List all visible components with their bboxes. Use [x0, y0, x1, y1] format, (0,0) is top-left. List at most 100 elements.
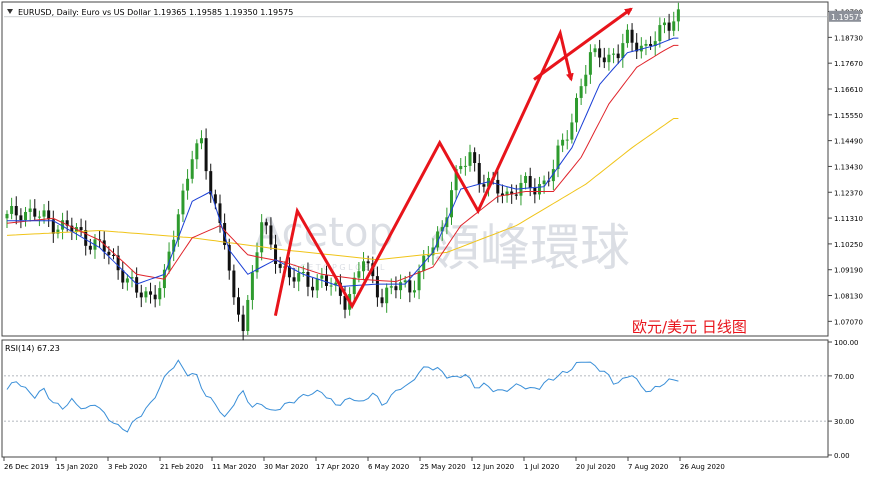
candle-body — [269, 225, 273, 245]
symbol-line: EURUSD, Daily: Euro vs US Dollar 1.19365… — [18, 8, 293, 17]
candle-body — [324, 275, 328, 286]
time-tick-label: 12 Jun 2020 — [472, 463, 514, 471]
chart-annotation-cn: 欧元/美元 日线图 — [632, 318, 747, 336]
candle-body — [190, 159, 194, 179]
candle-body — [658, 25, 662, 42]
candle-body — [199, 138, 203, 144]
candle-body — [403, 280, 407, 283]
candle-body — [649, 43, 653, 46]
candle-body — [366, 261, 370, 264]
candle-body — [584, 74, 588, 87]
price-tick-label: 1.18730 — [834, 34, 863, 42]
candle-body — [625, 29, 629, 44]
watermark: Acetop 領峰環球 A C E T O P G L O B A L — [255, 210, 630, 277]
candle-body — [468, 152, 472, 166]
candle-body — [306, 272, 310, 287]
symbol-header: EURUSD, Daily: Euro vs US Dollar 1.19365… — [7, 8, 293, 17]
time-tick-label: 6 May 2020 — [368, 463, 409, 471]
time-tick-label: 3 Feb 2020 — [108, 463, 147, 471]
rsi-axis: 100.00 70.00 30.00 0.00 — [828, 339, 859, 460]
candle-body — [394, 286, 398, 291]
candle-body — [514, 194, 518, 196]
candle-body — [264, 222, 268, 226]
candle-body — [662, 22, 666, 26]
candle-body — [5, 213, 9, 219]
candle-body — [209, 171, 213, 195]
candle-body — [24, 211, 28, 221]
price-axis: 1.197901.187301.176701.166101.155501.144… — [828, 9, 863, 326]
candle-body — [237, 297, 241, 315]
candle-body — [598, 48, 602, 58]
candle-body — [10, 205, 14, 214]
time-tick-label: 1 Jul 2020 — [524, 463, 559, 471]
candle-body — [301, 272, 305, 274]
candle-body — [362, 261, 366, 272]
price-tick-label: 1.10250 — [834, 241, 863, 249]
candle-body — [278, 264, 282, 268]
candle-body — [125, 278, 129, 283]
candle-body — [477, 162, 481, 185]
price-tick-label: 1.09190 — [834, 267, 863, 275]
candle-body — [47, 210, 51, 220]
candle-body — [380, 297, 384, 304]
candle-body — [524, 175, 528, 183]
candle-body — [588, 52, 592, 75]
candle-body — [630, 29, 634, 43]
time-tick-label: 21 Feb 2020 — [160, 463, 204, 471]
time-tick-label: 26 Dec 2019 — [4, 463, 49, 471]
candle-body — [42, 210, 46, 217]
candle-body — [181, 190, 185, 215]
candle-body — [135, 277, 139, 293]
candle-body — [459, 165, 463, 170]
candle-body — [139, 292, 143, 298]
price-tick-label: 1.13430 — [834, 163, 863, 171]
candle-body — [412, 290, 416, 293]
candle-body — [408, 280, 412, 293]
time-tick-label: 11 Mar 2020 — [212, 463, 256, 471]
rsi-panel-frame — [1, 339, 829, 458]
price-panel-frame — [1, 1, 829, 337]
candle-body — [607, 54, 611, 63]
candle-body — [385, 287, 389, 304]
price-tick-label: 1.08130 — [834, 293, 863, 301]
candle-body — [473, 152, 477, 163]
candle-body — [107, 251, 111, 255]
candle-body — [519, 182, 523, 196]
candle-body — [570, 122, 574, 140]
candle-body — [111, 254, 115, 256]
candle-body — [565, 139, 569, 141]
rsi-tick-label: 0.00 — [834, 452, 850, 460]
candle-body — [375, 276, 379, 298]
candle-body — [676, 9, 680, 22]
price-tick-label: 1.07070 — [834, 318, 863, 326]
candle-body — [537, 184, 541, 195]
current-price-tag: 1.19575 — [829, 10, 864, 22]
time-tick-label: 15 Jan 2020 — [56, 463, 98, 471]
candle-body — [195, 143, 199, 160]
candle-body — [612, 53, 616, 55]
candle-body — [593, 48, 597, 53]
time-tick-label: 26 Aug 2020 — [680, 463, 725, 471]
chart-root: Acetop 領峰環球 A C E T O P G L O B A L 1.19… — [0, 0, 870, 475]
candle-body — [297, 272, 301, 282]
rsi-tick-label: 30.00 — [834, 418, 854, 426]
candle-body — [579, 86, 583, 98]
time-tick-label: 25 May 2020 — [420, 463, 466, 471]
candle-body — [250, 272, 254, 300]
candle-body — [389, 286, 393, 288]
candle-body — [482, 184, 486, 187]
current-price-tag-label: 1.19575 — [831, 13, 864, 22]
time-tick-label: 7 Aug 2020 — [628, 463, 668, 471]
candle-body — [621, 43, 625, 59]
candle-body — [561, 139, 565, 146]
candle-body — [329, 285, 333, 287]
candle-body — [79, 227, 83, 231]
candle-body — [186, 178, 190, 191]
candle-body — [292, 277, 296, 282]
time-tick-label: 20 Jul 2020 — [576, 463, 616, 471]
candle-body — [496, 179, 500, 194]
time-tick-label: 17 Apr 2020 — [316, 463, 359, 471]
candle-body — [417, 271, 421, 291]
candle-body — [84, 230, 88, 246]
candle-body — [667, 22, 671, 31]
